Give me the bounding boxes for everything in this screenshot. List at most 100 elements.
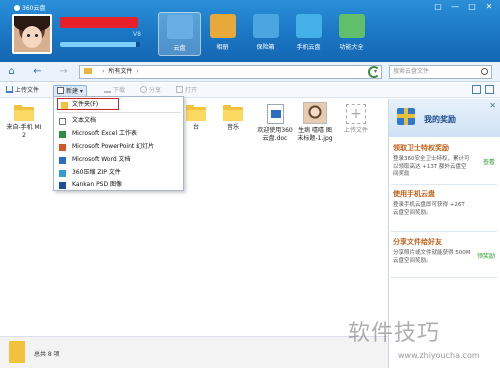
close-icon[interactable]: ✕ <box>489 101 496 110</box>
vip-badge[interactable]: V8 <box>133 31 141 38</box>
menu-item-new-folder[interactable]: 文件夹(F) <box>57 98 119 110</box>
menu-item-label: Microsoft Excel 工作表 <box>72 130 138 137</box>
reward-title: 分享文件给好友 <box>393 238 442 246</box>
plus-icon: + <box>346 104 366 124</box>
nav-label: 保险箱 <box>256 44 275 51</box>
view-switcher <box>472 85 494 94</box>
download-label: 下载 <box>113 87 126 94</box>
folder-icon <box>14 105 34 121</box>
new-label: 新建 <box>66 88 79 95</box>
reward-item: 领取卫士特权奖励 登录360安全卫士特权，累计可以领取高达 +13T 额外云盘空… <box>391 143 498 179</box>
file-item[interactable]: 来自-手机 MI 2 <box>4 105 44 140</box>
menu-item-text-document[interactable]: 文本文档 <box>54 115 184 127</box>
share-label: 分享 <box>149 87 162 94</box>
powerpoint-icon <box>59 144 66 151</box>
app-title: 360云盘 <box>14 3 45 12</box>
app-title-text: 360云盘 <box>22 5 46 12</box>
menu-item-label: 文本文档 <box>72 117 97 124</box>
file-item[interactable]: 音乐 <box>213 105 253 132</box>
folder-icon <box>186 105 206 121</box>
menu-item-psd[interactable]: Kankan PSD 图像 <box>54 179 184 191</box>
avatar-eye <box>27 34 30 37</box>
zip-icon <box>59 170 66 177</box>
reward-action-link[interactable]: 领奖励 <box>477 251 495 260</box>
user-name-redacted[interactable] <box>60 17 138 28</box>
rewards-title: 我的奖励 <box>424 115 456 124</box>
upload-file-tile[interactable]: + 上传文件 <box>336 104 376 135</box>
upload-tile-label: 上传文件 <box>343 127 368 134</box>
image-thumbnail-icon <box>303 102 327 124</box>
download-icon <box>104 86 111 93</box>
open-button[interactable]: 打开 <box>176 85 197 96</box>
file-name: 生病 嘻嘻 图 末标题-1.jpg <box>297 127 333 142</box>
folder-icon <box>9 341 25 363</box>
menu-item-powerpoint[interactable]: Microsoft PowerPoint 幻灯片 <box>54 141 184 153</box>
nav-safe-box[interactable]: 保险箱 <box>244 12 287 56</box>
list-view-icon[interactable] <box>472 85 481 94</box>
reward-item: 使用手机云盘 登录手机云盘即可获得 +26T 云盘空间奖励。 <box>391 189 498 217</box>
top-nav: 云盘 相册 保险箱 手机云盘 功能大全 <box>158 12 373 56</box>
file-item[interactable]: 生病 嘻嘻 图 末标题-1.jpg <box>295 102 335 143</box>
open-label: 打开 <box>185 87 198 94</box>
text-file-icon <box>59 118 66 125</box>
path-breadcrumb[interactable]: › 所有文件 › ▾ <box>79 65 382 79</box>
app-header: 360云盘 ▢ — □ ✕ V8 云盘 相册 保险箱 手机云盘 功能大全 <box>0 0 500 62</box>
menu-item-zip[interactable]: 360压缩 ZIP 文件 <box>54 167 184 179</box>
safe-icon <box>252 14 279 38</box>
excel-icon <box>59 131 66 138</box>
grid-view-icon[interactable] <box>485 85 494 94</box>
minimize-button[interactable]: — <box>448 2 462 12</box>
share-button[interactable]: 分享 <box>140 85 161 96</box>
skin-button[interactable]: ▢ <box>431 2 445 12</box>
folder-icon <box>223 105 243 121</box>
word-doc-icon <box>266 104 284 124</box>
search-input[interactable]: 搜索云盘文件 <box>389 65 492 79</box>
folder-icon <box>84 68 92 74</box>
file-item[interactable]: 欢迎使用360云盘.doc <box>255 104 295 143</box>
new-dropdown-menu: 文件夹(F) 文本文档 Microsoft Excel 工作表 Microsof… <box>53 96 184 191</box>
avatar-face <box>22 26 42 48</box>
rewards-header: 我的奖励 ✕ <box>389 99 500 137</box>
status-bar: 总共 8 项 <box>0 336 388 368</box>
search-placeholder: 搜索云盘文件 <box>393 68 430 75</box>
watermark-url: www.zhiyoucha.com <box>398 351 480 360</box>
nav-cloud-disk[interactable]: 云盘 <box>158 12 201 56</box>
forward-button[interactable]: → <box>56 65 71 79</box>
breadcrumb-separator: › <box>102 68 105 75</box>
search-icon[interactable] <box>481 68 488 75</box>
home-button[interactable]: ⌂ <box>4 65 19 79</box>
share-icon <box>140 86 147 93</box>
reward-action-link[interactable]: 查看 <box>483 157 495 166</box>
close-button[interactable]: ✕ <box>482 2 496 12</box>
reward-description: 登录360安全卫士特权，累计可以领取高达 +13T 额外云盘空间奖励 <box>393 156 470 177</box>
reward-item: 分享文件给好友 分享照片或文件就能获得 500M 云盘空间奖励。 领奖励 <box>391 237 498 265</box>
menu-item-excel[interactable]: Microsoft Excel 工作表 <box>54 128 184 140</box>
nav-label: 相册 <box>216 44 229 51</box>
maximize-button[interactable]: □ <box>465 2 479 12</box>
menu-item-label: Kankan PSD 图像 <box>72 181 123 188</box>
avatar[interactable] <box>12 14 52 54</box>
nav-album[interactable]: 相册 <box>201 12 244 56</box>
reward-title: 领取卫士特权奖励 <box>393 144 449 152</box>
nav-label: 云盘 <box>173 45 186 52</box>
nav-mobile-disk[interactable]: 手机云盘 <box>287 12 330 56</box>
word-icon <box>59 157 66 164</box>
avatar-eye <box>35 34 38 37</box>
features-icon <box>338 14 365 38</box>
upload-label: 上传文件 <box>15 87 40 94</box>
reward-description: 登录手机云盘即可获得 +26T 云盘空间奖励。 <box>393 202 465 216</box>
item-count: 总共 8 项 <box>34 351 60 358</box>
gift-icon <box>397 108 415 125</box>
photo-icon <box>209 14 236 38</box>
menu-item-word[interactable]: Microsoft Word 文档 <box>54 154 184 166</box>
back-button[interactable]: ← <box>30 65 45 79</box>
address-bar: ⌂ ← → › 所有文件 › ▾ 搜索云盘文件 <box>0 62 500 82</box>
nav-all-features[interactable]: 功能大全 <box>330 12 373 56</box>
menu-divider <box>57 112 181 113</box>
refresh-icon[interactable] <box>368 66 380 78</box>
window-controls: ▢ — □ ✕ <box>431 2 496 12</box>
menu-item-label: Microsoft PowerPoint 幻灯片 <box>72 143 155 150</box>
breadcrumb-all-files[interactable]: 所有文件 <box>108 68 132 75</box>
upload-button[interactable]: 上传文件 <box>6 85 39 96</box>
download-button[interactable]: 下载 <box>104 85 125 96</box>
